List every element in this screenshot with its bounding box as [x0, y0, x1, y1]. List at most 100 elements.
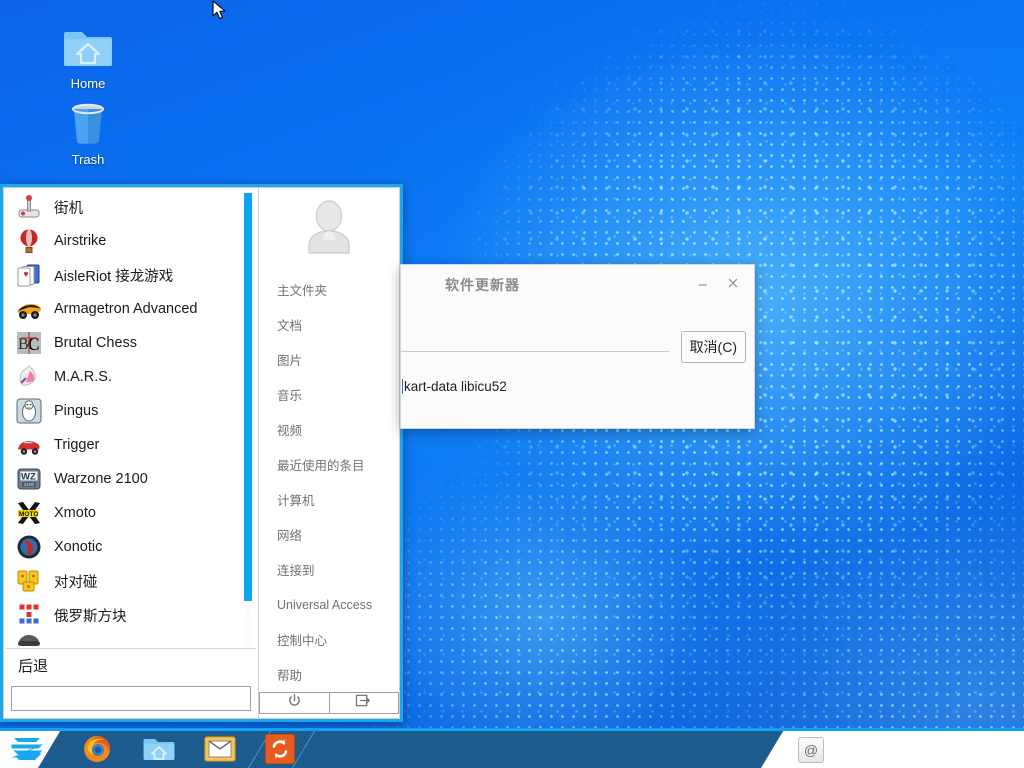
- place-item-help[interactable]: 帮助: [277, 657, 399, 692]
- app-list-item[interactable]: Trigger: [6, 428, 256, 462]
- place-item-documents[interactable]: 文档: [277, 307, 399, 342]
- chess-icon: B C: [16, 330, 42, 356]
- app-list-item[interactable]: B C Brutal Chess: [6, 326, 256, 360]
- minimize-button[interactable]: [692, 273, 714, 293]
- place-item-computer[interactable]: 计算机: [277, 482, 399, 517]
- place-label: 网络: [277, 525, 302, 544]
- place-item-home[interactable]: 主文件夹: [277, 272, 399, 307]
- folder-home-icon: [40, 22, 136, 74]
- desktop-icon-label: Home: [40, 76, 136, 91]
- svg-text:2100: 2100: [24, 482, 35, 487]
- desktop-icon-home[interactable]: Home: [40, 22, 136, 91]
- app-label: M.A.R.S.: [54, 369, 112, 385]
- cancel-button[interactable]: 取消(C): [681, 331, 746, 363]
- warzone-badge-icon: WZ 2100: [16, 466, 42, 492]
- penguin-icon: [16, 398, 42, 424]
- desktop[interactable]: Home Trash: [0, 0, 1024, 768]
- search-input[interactable]: [11, 686, 251, 711]
- power-icon: [287, 693, 302, 713]
- race-car-icon: [16, 296, 42, 322]
- desktop-icon-trash[interactable]: Trash: [40, 98, 136, 167]
- place-item-pictures[interactable]: 图片: [277, 342, 399, 377]
- menu-left-panel: 街机 Airstrike: [3, 187, 259, 719]
- taskbar[interactable]: [0, 728, 1024, 768]
- place-label: 控制中心: [277, 630, 327, 649]
- trash-can-icon: [40, 98, 136, 150]
- app-label: Trigger: [54, 437, 99, 453]
- app-list-item[interactable]: M.A.R.S.: [6, 360, 256, 394]
- app-label: Xmoto: [54, 505, 96, 521]
- application-menu[interactable]: 街机 Airstrike: [0, 184, 403, 722]
- app-list-item[interactable]: 俄罗斯方块: [6, 598, 256, 632]
- updater-package-text: kart-data libicu52: [402, 379, 507, 394]
- place-item-videos[interactable]: 视频: [277, 412, 399, 447]
- svg-text:WZ: WZ: [21, 472, 36, 483]
- tetris-blocks-icon: [16, 602, 42, 628]
- app-list-item[interactable]: Airstrike: [6, 224, 256, 258]
- close-button[interactable]: [722, 273, 744, 293]
- place-item-network[interactable]: 网络: [277, 517, 399, 552]
- svg-text:MOTO: MOTO: [19, 511, 38, 518]
- app-list-item-partial[interactable]: [6, 632, 256, 648]
- menu-back-item[interactable]: 后退: [4, 649, 258, 681]
- application-list[interactable]: 街机 Airstrike: [6, 190, 256, 649]
- places-list[interactable]: 主文件夹 文档 图片 音乐 视频 最近使用的条目 计算机 网络 连接到 Univ…: [259, 272, 399, 692]
- place-item-control-center[interactable]: 控制中心: [277, 622, 399, 657]
- app-label: Pingus: [54, 403, 98, 419]
- xonotic-icon: [16, 534, 42, 560]
- shutdown-button[interactable]: [260, 693, 329, 713]
- app-list-item[interactable]: WZ 2100 Warzone 2100: [6, 462, 256, 496]
- taskbar-window-software-updater[interactable]: [265, 734, 295, 764]
- playing-cards-icon: [16, 262, 42, 288]
- taskbar-mail[interactable]: [204, 734, 236, 764]
- app-label: 俄罗斯方块: [54, 605, 127, 626]
- user-avatar-icon[interactable]: [298, 198, 360, 258]
- app-list-item[interactable]: 对对碰: [6, 564, 256, 598]
- at-sign-icon: @: [804, 742, 818, 758]
- app-label: 对对碰: [54, 571, 98, 592]
- desktop-icon-label: Trash: [40, 152, 136, 167]
- app-list-scrollbar-thumb[interactable]: [244, 193, 252, 601]
- app-list-item[interactable]: Armagetron Advanced: [6, 292, 256, 326]
- place-item-universal-access[interactable]: Universal Access: [277, 587, 399, 622]
- update-refresh-icon: [265, 734, 295, 764]
- place-label: 视频: [277, 420, 302, 439]
- updater-title: 软件更新器: [445, 275, 520, 295]
- app-label: Airstrike: [54, 233, 106, 249]
- envelope-icon: [204, 734, 236, 764]
- place-label: 音乐: [277, 385, 302, 404]
- taskbar-accent-line: [0, 728, 1024, 731]
- tank-icon: [16, 632, 42, 648]
- app-label: Warzone 2100: [54, 471, 148, 487]
- folder-home-icon: [143, 734, 175, 764]
- zorin-logo-icon: [5, 734, 49, 764]
- taskbar-firefox[interactable]: [82, 734, 112, 764]
- app-list-item[interactable]: Pingus: [6, 394, 256, 428]
- app-label: AisleRiot 接龙游戏: [54, 265, 173, 286]
- app-list-item[interactable]: 街机: [6, 190, 256, 224]
- software-updater-window[interactable]: 软件更新器 取消(C) kart-data libicu52: [400, 264, 755, 429]
- menu-search-wrap: [4, 686, 258, 718]
- xmoto-icon: MOTO: [16, 500, 42, 526]
- place-item-connect-to[interactable]: 连接到: [277, 552, 399, 587]
- session-buttons: [259, 692, 399, 714]
- logout-button[interactable]: [329, 693, 399, 713]
- mouse-cursor: [212, 0, 228, 22]
- place-label: 主文件夹: [277, 280, 327, 299]
- hot-air-balloon-icon: [16, 228, 42, 254]
- place-item-music[interactable]: 音乐: [277, 377, 399, 412]
- tray-mail-indicator[interactable]: @: [798, 737, 824, 763]
- red-car-icon: [16, 432, 42, 458]
- tile-match-icon: [16, 568, 42, 594]
- updater-separator: [401, 351, 669, 352]
- taskbar-file-manager[interactable]: [143, 734, 173, 764]
- app-label: Brutal Chess: [54, 335, 137, 351]
- updater-titlebar[interactable]: 软件更新器: [401, 265, 754, 303]
- start-menu-button[interactable]: [5, 734, 49, 764]
- mars-spaceship-icon: [16, 364, 42, 390]
- app-list-item[interactable]: MOTO Xmoto: [6, 496, 256, 530]
- place-item-recent[interactable]: 最近使用的条目: [277, 447, 399, 482]
- app-label: Xonotic: [54, 539, 102, 555]
- app-list-item[interactable]: Xonotic: [6, 530, 256, 564]
- app-list-item[interactable]: AisleRiot 接龙游戏: [6, 258, 256, 292]
